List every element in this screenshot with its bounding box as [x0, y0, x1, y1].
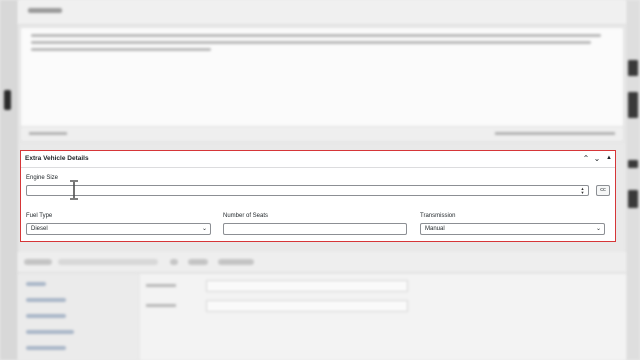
number-of-seats-label: Number of Seats: [223, 213, 269, 219]
chevron-up-icon[interactable]: ⌃: [581, 153, 591, 164]
engine-size-label: Engine Size: [26, 175, 59, 181]
transmission-selected: Manual: [425, 226, 445, 232]
transmission-select[interactable]: Manual ⌄: [420, 223, 605, 235]
chevron-down-icon: ⌄: [595, 226, 601, 232]
triangle-up-icon[interactable]: ▲: [604, 153, 614, 164]
extra-vehicle-details-panel: Extra Vehicle Details ⌃ ⌄ ▲ Engine Size …: [20, 150, 616, 242]
fuel-type-label: Fuel Type: [26, 213, 53, 219]
chevron-down-icon: ⌄: [201, 226, 207, 232]
text-cursor-icon: [70, 180, 78, 200]
engine-size-input[interactable]: ▲ ▼: [26, 185, 589, 196]
right-sidebar-edge: [626, 0, 640, 360]
top-toolbar: [18, 0, 626, 25]
panel-header: Extra Vehicle Details ⌃ ⌄ ▲: [21, 151, 615, 168]
chevron-down-icon[interactable]: ⌄: [592, 153, 602, 164]
fuel-type-select[interactable]: Diesel ⌄: [26, 223, 211, 235]
admin-sidebar-edge: [0, 0, 18, 360]
number-of-seats-input[interactable]: [223, 223, 407, 235]
transmission-label: Transmission: [420, 213, 456, 219]
product-data-metabox: [18, 252, 626, 360]
content-editor: [20, 27, 624, 142]
fuel-type-selected: Diesel: [31, 226, 48, 232]
engine-size-unit: cc: [596, 185, 610, 196]
panel-title: Extra Vehicle Details: [25, 155, 89, 162]
number-spinner-icon[interactable]: ▲ ▼: [580, 187, 585, 195]
